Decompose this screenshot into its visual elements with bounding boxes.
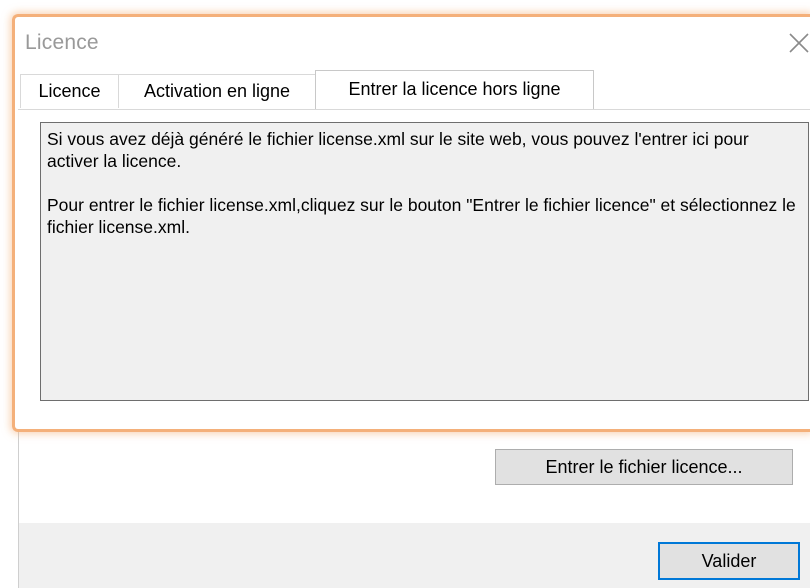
- dialog-lower-area: Entrer le fichier licence... Valider: [18, 432, 810, 588]
- window-title: Licence: [25, 31, 99, 54]
- title-bar: Licence: [18, 20, 810, 70]
- close-icon[interactable]: [788, 32, 810, 54]
- tab-entrer-licence-hors-ligne[interactable]: Entrer la licence hors ligne: [315, 70, 594, 109]
- instructions-paragraph-2: Pour entrer le fichier license.xml,cliqu…: [47, 195, 796, 237]
- tab-strip: Licence Activation en ligne Entrer la li…: [18, 70, 810, 110]
- tab-licence[interactable]: Licence: [20, 74, 119, 108]
- licence-dialog: Licence Licence Activation en ligne Entr…: [0, 0, 810, 588]
- dialog-footer: Valider: [19, 523, 810, 588]
- instructions-paragraph-1: Si vous avez déjà généré le fichier lice…: [47, 129, 749, 171]
- enter-licence-file-button[interactable]: Entrer le fichier licence...: [495, 449, 793, 485]
- validate-button[interactable]: Valider: [658, 542, 800, 580]
- tab-panel: Si vous avez déjà généré le fichier lice…: [18, 109, 810, 427]
- instructions-text-box: Si vous avez déjà généré le fichier lice…: [40, 122, 809, 401]
- tab-activation-en-ligne[interactable]: Activation en ligne: [118, 74, 316, 108]
